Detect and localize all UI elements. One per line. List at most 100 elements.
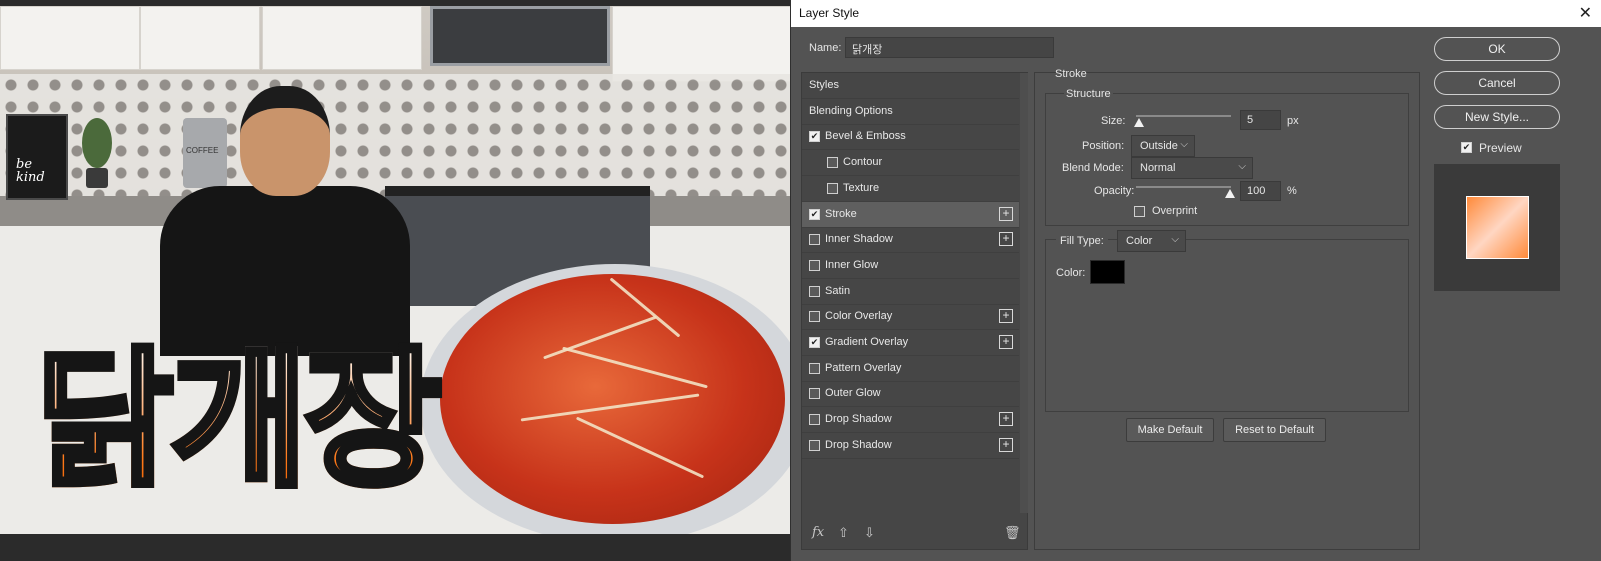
opacity-input[interactable]: 100 (1240, 181, 1281, 201)
upper-cabinet (262, 6, 422, 70)
thumbnail-artwork: be kind COFFEE 닭개장 (0, 6, 806, 534)
potted-plant (78, 118, 116, 188)
style-item-texture[interactable]: Texture (802, 176, 1019, 202)
opacity-slider[interactable] (1136, 186, 1231, 188)
style-item-drop-shadow[interactable]: Drop Shadow + (802, 407, 1019, 433)
style-item-label: Contour (843, 156, 883, 168)
dialog-titlebar[interactable]: Layer Style ✕ (791, 0, 1601, 27)
style-item-inner-glow[interactable]: Inner Glow (802, 253, 1019, 279)
style-item-styles[interactable]: Styles (802, 73, 1019, 99)
style-item-satin[interactable]: Satin (802, 279, 1019, 305)
style-checkbox[interactable] (809, 286, 820, 297)
blend-mode-select[interactable]: Normal ⌵ (1131, 157, 1253, 179)
style-checkbox[interactable] (809, 414, 820, 425)
opacity-slider-thumb[interactable] (1225, 189, 1235, 198)
opacity-unit: % (1287, 185, 1297, 197)
dialog-title: Layer Style (799, 6, 860, 20)
size-slider-thumb[interactable] (1134, 118, 1144, 127)
kind-sign: be kind (6, 114, 68, 200)
style-item-label: Stroke (825, 208, 857, 220)
soup (440, 274, 785, 524)
microwave (430, 6, 610, 66)
close-icon[interactable]: ✕ (1579, 3, 1592, 23)
add-effect-icon[interactable]: + (999, 438, 1013, 452)
style-checkbox[interactable] (809, 234, 820, 245)
style-item-contour[interactable]: Contour (802, 150, 1019, 176)
style-item-label: Outer Glow (825, 387, 881, 399)
layer-style-dialog: Layer Style ✕ Name: 닭개장 Styles Blending O… (790, 0, 1601, 561)
style-item-stroke[interactable]: ✔ Stroke + (802, 202, 1019, 228)
stroke-color-swatch[interactable] (1090, 260, 1125, 284)
styles-footer: fx ⇧ ⇩ 🗑 (802, 515, 1027, 549)
stroke-settings: Stroke Structure Size: 5 px Position: Ou… (1034, 68, 1420, 550)
overprint-checkbox[interactable] (1134, 206, 1145, 217)
style-item-label: Pattern Overlay (825, 362, 902, 374)
new-style-button[interactable]: New Style... (1434, 105, 1560, 129)
trash-icon[interactable]: 🗑 (1004, 525, 1021, 541)
opacity-label: Opacity: (1094, 185, 1135, 197)
upper-cabinet (612, 6, 806, 82)
add-effect-icon[interactable]: + (999, 207, 1013, 221)
style-item-label: Inner Glow (825, 259, 879, 271)
style-checkbox[interactable]: ✔ (809, 337, 820, 348)
add-effect-icon[interactable]: + (999, 412, 1013, 426)
style-item-label: Drop Shadow (825, 439, 892, 451)
add-effect-icon[interactable]: + (999, 309, 1013, 323)
style-item-inner-shadow[interactable]: Inner Shadow + (802, 227, 1019, 253)
style-item-bevel-emboss[interactable]: ✔ Bevel & Emboss (802, 124, 1019, 150)
position-label: Position: (1082, 140, 1125, 152)
style-item-pattern-overlay[interactable]: Pattern Overlay (802, 356, 1019, 382)
arrow-down-icon[interactable]: ⇩ (864, 525, 875, 541)
style-checkbox[interactable] (809, 388, 820, 399)
preview-label: Preview (1479, 141, 1522, 155)
sign-text: be kind (16, 157, 45, 185)
style-checkbox[interactable]: ✔ (809, 209, 820, 220)
style-item-label: Color Overlay (825, 310, 893, 322)
size-label: Size: (1101, 115, 1126, 127)
style-item-gradient-overlay[interactable]: ✔ Gradient Overlay + (802, 330, 1019, 356)
size-input[interactable]: 5 (1240, 110, 1281, 130)
reset-to-default-button[interactable]: Reset to Default (1223, 418, 1326, 442)
document-canvas[interactable]: be kind COFFEE 닭개장 (0, 0, 806, 561)
style-item-color-overlay[interactable]: Color Overlay + (802, 304, 1019, 330)
preview-checkbox[interactable]: ✔ (1461, 142, 1472, 153)
fx-icon[interactable]: fx (812, 525, 824, 540)
style-item-label: Texture (843, 182, 880, 194)
style-checkbox[interactable] (809, 311, 820, 322)
name-field[interactable]: 닭개장 (845, 37, 1054, 58)
style-item-label: Blending Options (809, 105, 893, 117)
make-default-button[interactable]: Make Default (1126, 418, 1214, 442)
style-item-outer-glow[interactable]: Outer Glow (802, 381, 1019, 407)
style-checkbox[interactable] (809, 440, 820, 451)
ok-button[interactable]: OK (1434, 37, 1560, 61)
structure-group: Structure Size: 5 px Position: Outside ⌵ … (1045, 88, 1409, 226)
add-effect-icon[interactable]: + (999, 232, 1013, 246)
add-effect-icon[interactable]: + (999, 335, 1013, 349)
style-item-label: Gradient Overlay (825, 336, 909, 348)
overprint-label: Overprint (1152, 205, 1198, 217)
styles-scrollbar[interactable] (1020, 73, 1028, 513)
style-checkbox[interactable]: ✔ (809, 131, 820, 142)
style-checkbox[interactable] (809, 260, 820, 271)
style-checkbox[interactable] (827, 157, 838, 168)
style-item-drop-shadow[interactable]: Drop Shadow + (802, 433, 1019, 459)
title-text: 닭개장 (33, 334, 445, 508)
cancel-button[interactable]: Cancel (1434, 71, 1560, 95)
size-slider[interactable] (1136, 115, 1231, 117)
style-item-blending-options[interactable]: Blending Options (802, 99, 1019, 125)
style-checkbox[interactable] (809, 363, 820, 374)
chevron-down-icon: ⌵ (1238, 161, 1246, 172)
stroke-section-title: Stroke (1055, 68, 1087, 80)
arrow-up-icon[interactable]: ⇧ (838, 525, 849, 541)
fill-type-select[interactable]: Color ⌵ (1117, 230, 1186, 252)
color-label: Color: (1056, 267, 1086, 279)
blend-mode-label: Blend Mode: (1062, 162, 1124, 174)
style-checkbox[interactable] (827, 183, 838, 194)
preview-swatch (1466, 196, 1529, 259)
position-select[interactable]: Outside ⌵ (1131, 135, 1195, 157)
style-item-label: Styles (809, 79, 839, 91)
structure-title: Structure (1064, 88, 1113, 100)
upper-cabinet (0, 6, 140, 70)
styles-list: Styles Blending Options ✔ Bevel & Emboss Con… (801, 72, 1028, 550)
chef-figure (160, 86, 410, 356)
